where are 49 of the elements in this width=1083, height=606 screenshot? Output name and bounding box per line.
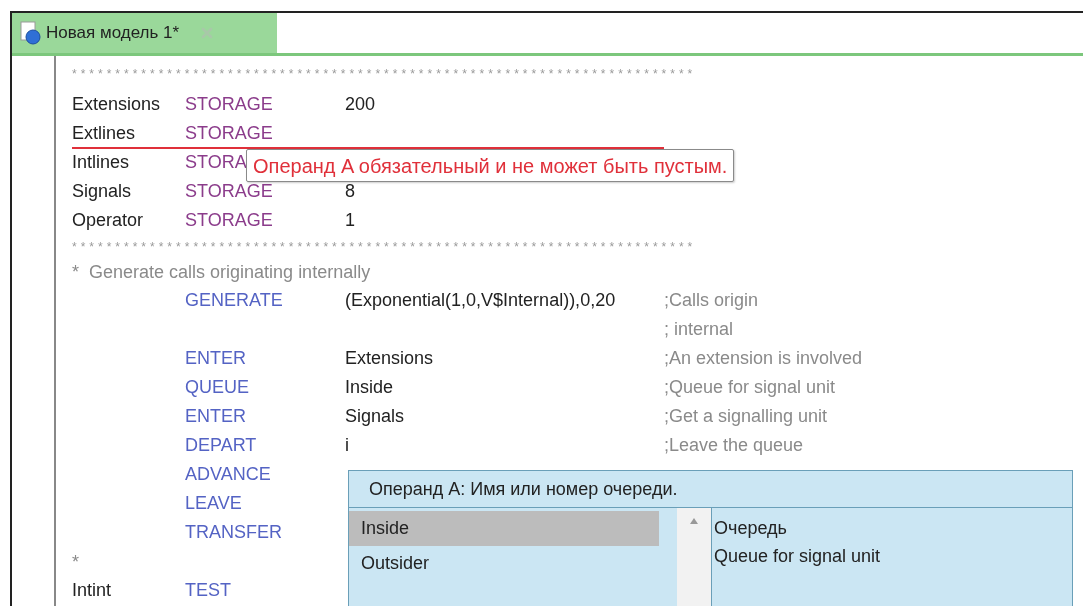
code-keyword: ADVANCE	[185, 464, 271, 484]
code-keyword: DEPART	[185, 435, 257, 455]
code-operand: i	[345, 435, 349, 455]
document-globe-icon	[20, 21, 42, 45]
code-comment: * Generate calls originating internally	[72, 261, 371, 284]
code-keyword: STORAGE	[185, 123, 273, 143]
popup-title: Операнд A: Имя или номер очереди.	[369, 477, 678, 501]
code-keyword: STORAGE	[185, 94, 273, 114]
code-operand: (Exponential(1,0,V$Internal)),0,20	[345, 290, 616, 310]
code-comment: ;Leave the queue	[664, 435, 804, 455]
code-operand: Extensions	[345, 348, 434, 368]
code-comment: ;An extension is involved	[664, 348, 863, 368]
completion-item[interactable]: Inside	[349, 511, 659, 546]
code-keyword: STORAGE	[185, 210, 273, 230]
description-text: Queue for signal unit	[714, 545, 882, 568]
separator-comment: ************************************************************************	[72, 68, 697, 80]
scrollbar[interactable]	[677, 508, 711, 606]
code-operand: Signals	[345, 406, 405, 426]
code-label: Extensions	[72, 94, 161, 114]
code-comment: *	[72, 551, 79, 574]
code-keyword: QUEUE	[185, 377, 249, 397]
code-keyword: LEAVE	[185, 493, 242, 513]
code-label: Intint	[72, 580, 112, 600]
code-comment: ; internal	[664, 319, 734, 339]
code-keyword: TEST	[185, 580, 231, 600]
code-label: Operator	[72, 210, 144, 230]
code-keyword: ENTER	[185, 406, 246, 426]
code-keyword: STORAGE	[185, 181, 273, 201]
code-label: Intlines	[72, 152, 130, 172]
code-keyword: ENTER	[185, 348, 246, 368]
code-keyword: STORA	[185, 152, 247, 172]
code-operand: 1	[345, 210, 355, 230]
code-operand: 8	[345, 181, 355, 201]
completion-item[interactable]: Outsider	[349, 546, 659, 581]
tab-title: Новая модель 1*	[46, 22, 180, 45]
document-tab[interactable]: Новая модель 1*	[12, 13, 277, 53]
code-keyword: GENERATE	[185, 290, 283, 310]
code-comment: ;Calls origin	[664, 290, 759, 310]
code-keyword: TRANSFER	[185, 522, 282, 542]
error-tooltip: Операнд A обязательный и не может быть пустым.	[246, 149, 735, 182]
description-text: Очередь	[714, 517, 788, 540]
code-operand: 200	[345, 94, 376, 114]
code-label: Signals	[72, 181, 132, 201]
scroll-up-icon[interactable]	[690, 518, 698, 524]
code-operand: Inside	[345, 377, 394, 397]
code-comment: ;Get a signalling unit	[664, 406, 828, 426]
code-label: Extlines	[72, 123, 136, 143]
separator-comment: ************************************************************************	[72, 241, 697, 253]
code-comment: ;Queue for signal unit	[664, 377, 836, 397]
